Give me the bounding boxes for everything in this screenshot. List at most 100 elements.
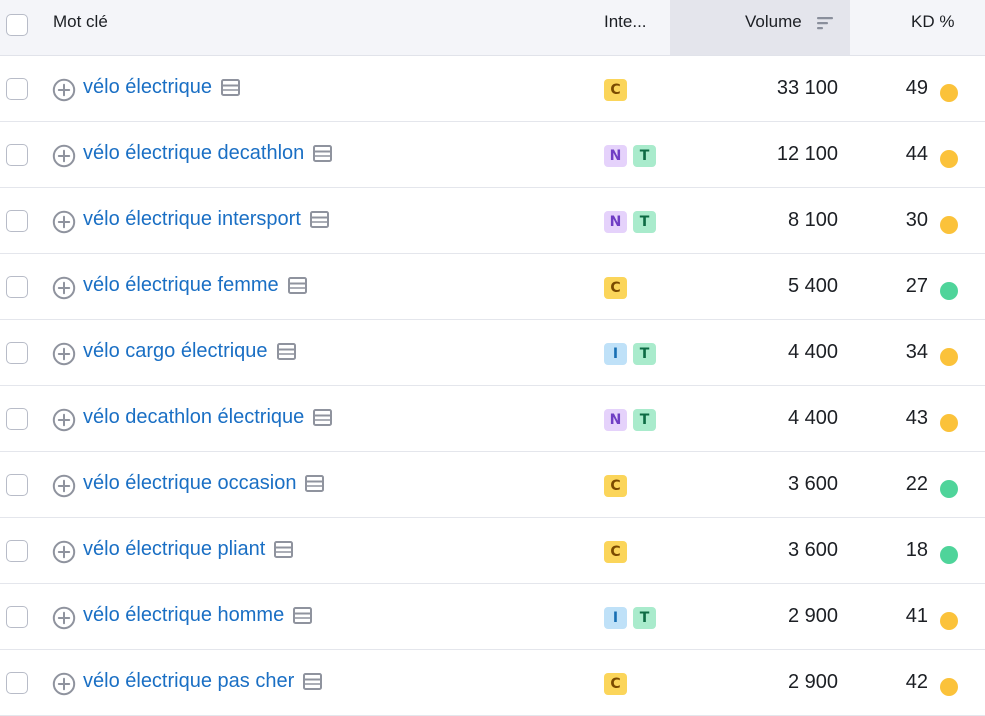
column-header-keyword[interactable]: Mot clé bbox=[53, 12, 108, 32]
row-checkbox[interactable] bbox=[6, 210, 28, 232]
table-row: vélo électrique femme C 5 400 27 bbox=[0, 254, 985, 320]
keyword-link[interactable]: vélo électrique decathlon bbox=[83, 142, 304, 165]
serp-features-icon[interactable] bbox=[276, 343, 296, 360]
keyword-link[interactable]: vélo électrique femme bbox=[83, 274, 279, 297]
intent-badge: C bbox=[604, 673, 627, 695]
serp-features-icon[interactable] bbox=[220, 79, 240, 96]
intent-badge: N bbox=[604, 145, 627, 167]
add-keyword-icon[interactable] bbox=[52, 276, 76, 300]
kd-difficulty-dot bbox=[940, 216, 958, 234]
intent-cell: C bbox=[604, 277, 627, 299]
add-keyword-icon[interactable] bbox=[52, 474, 76, 498]
intent-cell: C bbox=[604, 673, 627, 695]
volume-value: 4 400 bbox=[787, 341, 838, 363]
column-header-volume[interactable]: Volume bbox=[745, 12, 802, 32]
add-keyword-icon[interactable] bbox=[52, 78, 76, 102]
serp-features-icon[interactable] bbox=[274, 541, 294, 558]
keyword-link[interactable]: vélo électrique pliant bbox=[83, 538, 265, 561]
select-all-checkbox[interactable] bbox=[6, 14, 28, 36]
sort-descending-icon[interactable] bbox=[816, 14, 834, 32]
kd-difficulty-dot bbox=[940, 282, 958, 300]
table-row: vélo électrique pliant C 3 600 18 bbox=[0, 518, 985, 584]
table-row: vélo cargo électrique IT 4 400 34 bbox=[0, 320, 985, 386]
row-checkbox[interactable] bbox=[6, 342, 28, 364]
intent-badge: T bbox=[633, 145, 656, 167]
keyword-cell: vélo électrique femme bbox=[83, 274, 307, 297]
keyword-link[interactable]: vélo cargo électrique bbox=[83, 340, 268, 363]
kd-value: 42 bbox=[905, 671, 928, 693]
keyword-link[interactable]: vélo decathlon électrique bbox=[83, 406, 304, 429]
add-keyword-icon[interactable] bbox=[52, 408, 76, 432]
kd-value: 43 bbox=[905, 407, 928, 429]
intent-badge: T bbox=[633, 211, 656, 233]
volume-value: 4 400 bbox=[787, 407, 838, 429]
serp-features-icon[interactable] bbox=[293, 607, 313, 624]
kd-difficulty-dot bbox=[940, 678, 958, 696]
keyword-link[interactable]: vélo électrique intersport bbox=[83, 208, 301, 231]
table-row: vélo électrique homme IT 2 900 41 bbox=[0, 584, 985, 650]
column-header-intent[interactable]: Inte... bbox=[604, 12, 647, 32]
intent-badge: I bbox=[604, 343, 627, 365]
serp-features-icon[interactable] bbox=[287, 277, 307, 294]
table-body: vélo électrique C 33 100 49 vélo électri… bbox=[0, 56, 985, 716]
keyword-table: Mot clé Inte... Volume KD % vélo électri… bbox=[0, 0, 985, 716]
keyword-link[interactable]: vélo électrique homme bbox=[83, 604, 284, 627]
serp-features-icon[interactable] bbox=[305, 475, 325, 492]
kd-value: 49 bbox=[905, 77, 928, 99]
add-keyword-icon[interactable] bbox=[52, 606, 76, 630]
intent-badge: T bbox=[633, 607, 656, 629]
intent-cell: C bbox=[604, 79, 627, 101]
row-checkbox[interactable] bbox=[6, 408, 28, 430]
serp-features-icon[interactable] bbox=[303, 673, 323, 690]
volume-value: 8 100 bbox=[787, 209, 838, 231]
serp-features-icon[interactable] bbox=[309, 211, 329, 228]
intent-badge: T bbox=[633, 409, 656, 431]
table-header: Mot clé Inte... Volume KD % bbox=[0, 0, 985, 56]
add-keyword-icon[interactable] bbox=[52, 210, 76, 234]
intent-cell: NT bbox=[604, 145, 656, 167]
row-checkbox[interactable] bbox=[6, 144, 28, 166]
row-checkbox[interactable] bbox=[6, 672, 28, 694]
keyword-cell: vélo électrique homme bbox=[83, 604, 313, 627]
volume-value: 12 100 bbox=[776, 143, 838, 165]
keyword-cell: vélo électrique pliant bbox=[83, 538, 294, 561]
keyword-link[interactable]: vélo électrique bbox=[83, 76, 212, 99]
add-keyword-icon[interactable] bbox=[52, 672, 76, 696]
row-checkbox[interactable] bbox=[6, 78, 28, 100]
add-keyword-icon[interactable] bbox=[52, 342, 76, 366]
kd-difficulty-dot bbox=[940, 84, 958, 102]
kd-value: 41 bbox=[905, 605, 928, 627]
row-checkbox[interactable] bbox=[6, 474, 28, 496]
intent-badge: C bbox=[604, 79, 627, 101]
table-row: vélo électrique intersport NT 8 100 30 bbox=[0, 188, 985, 254]
keyword-link[interactable]: vélo électrique occasion bbox=[83, 472, 296, 495]
intent-cell: IT bbox=[604, 607, 656, 629]
table-row: vélo électrique pas cher C 2 900 42 bbox=[0, 650, 985, 716]
row-checkbox[interactable] bbox=[6, 540, 28, 562]
row-checkbox[interactable] bbox=[6, 276, 28, 298]
keyword-cell: vélo électrique pas cher bbox=[83, 670, 323, 693]
keyword-link[interactable]: vélo électrique pas cher bbox=[83, 670, 294, 693]
intent-badge: C bbox=[604, 475, 627, 497]
column-header-kd[interactable]: KD % bbox=[911, 12, 954, 32]
volume-value: 2 900 bbox=[787, 671, 838, 693]
kd-value: 30 bbox=[905, 209, 928, 231]
keyword-cell: vélo électrique occasion bbox=[83, 472, 325, 495]
serp-features-icon[interactable] bbox=[313, 409, 333, 426]
intent-cell: NT bbox=[604, 409, 656, 431]
intent-cell: IT bbox=[604, 343, 656, 365]
intent-badge: C bbox=[604, 277, 627, 299]
add-keyword-icon[interactable] bbox=[52, 144, 76, 168]
kd-difficulty-dot bbox=[940, 612, 958, 630]
keyword-cell: vélo électrique bbox=[83, 76, 240, 99]
add-keyword-icon[interactable] bbox=[52, 540, 76, 564]
intent-cell: NT bbox=[604, 211, 656, 233]
volume-value: 3 600 bbox=[787, 473, 838, 495]
row-checkbox[interactable] bbox=[6, 606, 28, 628]
serp-features-icon[interactable] bbox=[313, 145, 333, 162]
intent-badge: N bbox=[604, 211, 627, 233]
intent-badge: I bbox=[604, 607, 627, 629]
kd-difficulty-dot bbox=[940, 546, 958, 564]
table-row: vélo électrique occasion C 3 600 22 bbox=[0, 452, 985, 518]
kd-value: 44 bbox=[905, 143, 928, 165]
